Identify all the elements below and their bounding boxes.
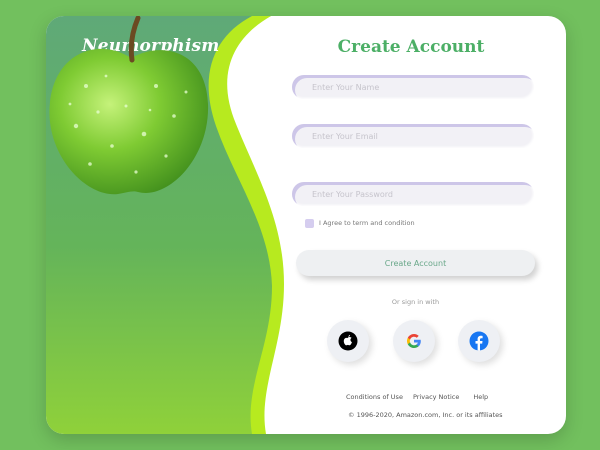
footer-link-help[interactable]: Help	[473, 393, 488, 401]
create-account-button[interactable]: Create Account	[296, 250, 535, 276]
agree-label: I Agree to term and condition	[319, 219, 415, 227]
apple-icon	[338, 331, 358, 351]
copyright-text: © 1996-2020, Amazon.com, Inc. or its aff…	[348, 411, 503, 419]
facebook-signin-button[interactable]	[458, 320, 500, 362]
facebook-icon	[469, 331, 489, 351]
apple-signin-button[interactable]	[327, 320, 369, 362]
or-sign-in-text: Or sign in with	[391, 298, 440, 306]
google-signin-button[interactable]	[393, 320, 435, 362]
footer-links: Conditions of Use Privacy Notice Help	[346, 393, 488, 401]
google-icon	[407, 334, 421, 348]
email-input[interactable]	[292, 124, 534, 148]
agree-checkbox[interactable]	[305, 218, 314, 228]
form-title: Create Account	[337, 37, 485, 57]
agree-row: I Agree to term and condition	[305, 217, 415, 229]
signup-form: Create Account I Agree to term and condi…	[46, 16, 566, 434]
name-input[interactable]	[292, 75, 534, 99]
footer-link-privacy[interactable]: Privacy Notice	[413, 393, 459, 401]
password-input[interactable]	[292, 182, 534, 206]
footer-link-conditions[interactable]: Conditions of Use	[346, 393, 403, 401]
signup-card: Neumorphism Create Account Enter Your Na…	[46, 16, 566, 434]
